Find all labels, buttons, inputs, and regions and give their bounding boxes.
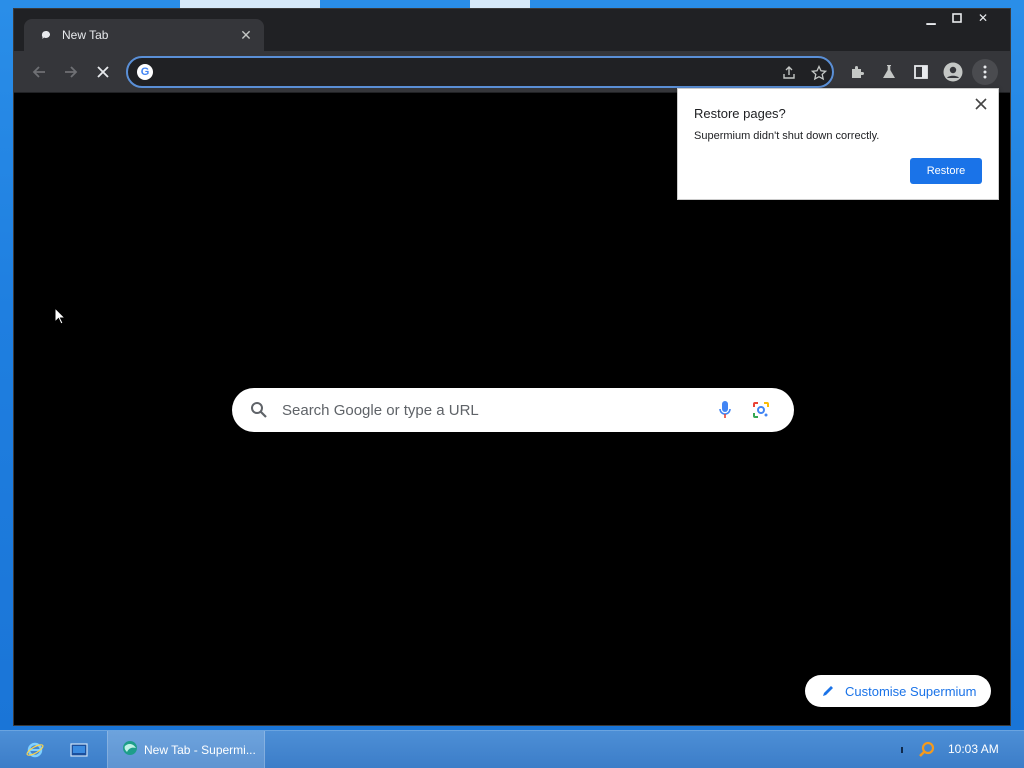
- profile-icon[interactable]: [940, 59, 966, 85]
- puzzle-icon[interactable]: [844, 59, 870, 85]
- supermium-icon: [122, 740, 138, 761]
- popup-title: Restore pages?: [694, 106, 786, 121]
- ntp-search-box[interactable]: [232, 388, 794, 432]
- tray-indicator-icon[interactable]: [897, 731, 907, 768]
- title-bar: New Tab ✕ ▁ ✕: [14, 9, 1010, 51]
- back-arrow-icon[interactable]: [26, 59, 52, 85]
- restore-pages-popup: Restore pages? Supermium didn't shut dow…: [677, 88, 999, 200]
- minimize-icon[interactable]: ▁: [918, 9, 944, 27]
- show-desktop-icon[interactable]: [66, 731, 92, 768]
- maximize-icon[interactable]: [944, 9, 970, 27]
- customise-button[interactable]: Customise Supermium: [805, 675, 991, 707]
- tab-new-tab[interactable]: New Tab ✕: [24, 19, 264, 51]
- browser-window: New Tab ✕ ▁ ✕ G Restore pages? Supermium…: [13, 8, 1011, 726]
- google-lens-icon[interactable]: [752, 401, 770, 419]
- popup-message: Supermium didn't shut down correctly.: [694, 130, 880, 142]
- side-panel-icon[interactable]: [908, 59, 934, 85]
- clock: 10:03 AM: [948, 742, 999, 756]
- restore-button[interactable]: Restore: [910, 158, 982, 184]
- chat-bubble-icon: [40, 29, 52, 41]
- star-icon[interactable]: [806, 60, 832, 86]
- forward-arrow-icon[interactable]: [58, 59, 84, 85]
- tab-title: New Tab: [62, 28, 109, 42]
- pencil-icon: [821, 684, 835, 698]
- internet-explorer-icon[interactable]: [22, 731, 48, 768]
- desktop-wallpaper-shape: [470, 0, 530, 8]
- kebab-menu-icon[interactable]: [972, 59, 998, 85]
- address-input[interactable]: [162, 62, 762, 82]
- search-icon: [250, 401, 268, 419]
- stop-icon[interactable]: [90, 59, 116, 85]
- desktop-wallpaper-shape: [180, 0, 320, 8]
- close-icon[interactable]: ✕: [970, 9, 996, 27]
- magnifier-icon[interactable]: [916, 731, 938, 768]
- mouse-cursor-icon: [54, 306, 67, 325]
- taskbar: New Tab - Supermi... 10:03 AM: [0, 730, 1024, 768]
- close-icon[interactable]: ✕: [238, 27, 254, 44]
- omnibox[interactable]: G: [126, 56, 834, 88]
- window-controls: ▁ ✕: [918, 9, 1010, 27]
- taskbar-item-browser[interactable]: New Tab - Supermi...: [107, 731, 265, 768]
- share-icon[interactable]: [776, 60, 802, 86]
- google-icon: G: [137, 64, 153, 80]
- toolbar: G: [14, 51, 1010, 93]
- close-icon[interactable]: [974, 97, 988, 111]
- ntp-search-input[interactable]: [282, 399, 702, 421]
- customise-label: Customise Supermium: [845, 683, 977, 699]
- microphone-icon[interactable]: [718, 400, 732, 420]
- flask-icon[interactable]: [876, 59, 902, 85]
- taskbar-item-label: New Tab - Supermi...: [144, 743, 256, 757]
